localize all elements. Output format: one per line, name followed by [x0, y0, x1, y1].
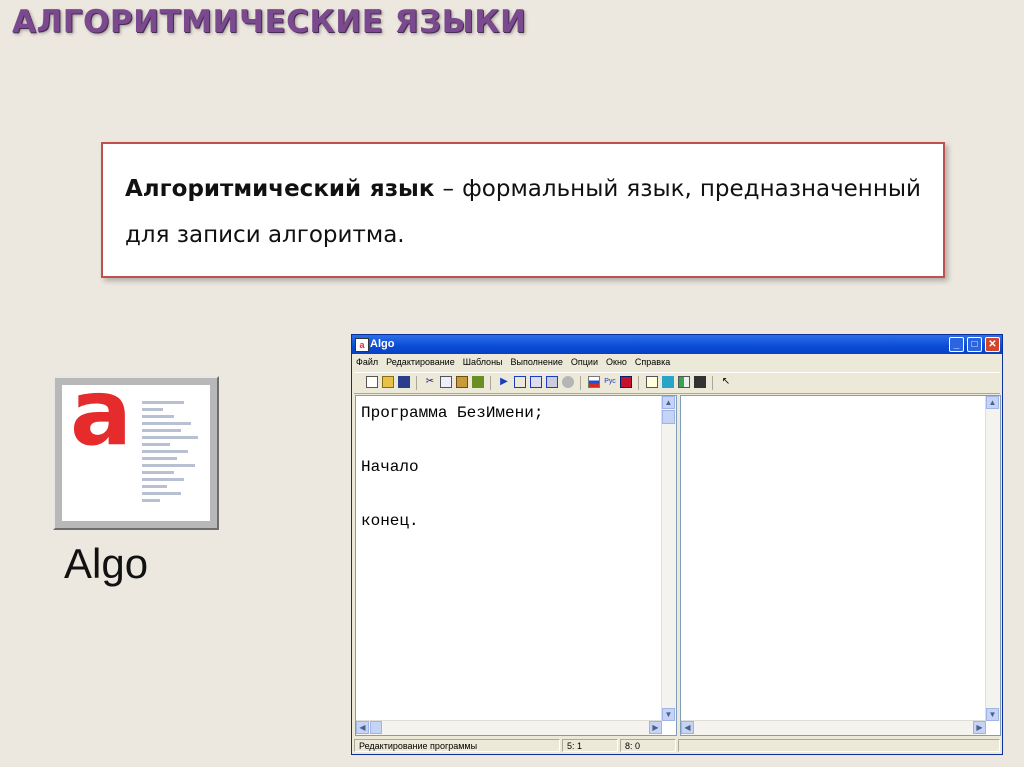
window-4-icon[interactable] [694, 376, 706, 388]
menu-file[interactable]: Файл [352, 354, 382, 371]
definition-box: Алгоритмический язык – формальный язык, … [101, 142, 945, 278]
window-icon[interactable] [646, 376, 658, 388]
scroll-right-button[interactable]: ▶ [649, 721, 662, 734]
status-secondary-position: 8: 0 [620, 739, 676, 752]
window-titlebar[interactable]: a Algo _ □ ✕ [352, 335, 1002, 354]
algo-logo: a [53, 376, 219, 530]
code-line: Программа БезИмени; [361, 404, 544, 422]
status-bar: Редактирование программы 5: 1 8: 0 [352, 738, 1002, 754]
run-icon[interactable]: ▶ [498, 376, 510, 388]
status-cursor-position: 5: 1 [562, 739, 618, 752]
output-horizontal-scrollbar[interactable]: ◀ ▶ [681, 720, 986, 735]
copy-icon[interactable] [440, 376, 452, 388]
cut-icon[interactable]: ✂ [424, 376, 436, 388]
english-flag-icon[interactable] [620, 376, 632, 388]
scroll-up-button[interactable]: ▲ [986, 396, 999, 409]
scroll-down-button[interactable]: ▼ [662, 708, 675, 721]
trace-icon[interactable] [546, 376, 558, 388]
help-pointer-icon[interactable]: ↖ [720, 376, 732, 388]
russian-flag-icon[interactable] [588, 376, 600, 388]
scroll-left-button[interactable]: ◀ [356, 721, 369, 734]
minimize-button[interactable]: _ [949, 337, 964, 352]
maximize-button[interactable]: □ [967, 337, 982, 352]
toolbar: ✂ ▶ Рус ↖ [354, 372, 1000, 394]
scroll-up-button[interactable]: ▲ [662, 396, 675, 409]
menu-templates[interactable]: Шаблоны [459, 354, 507, 371]
scroll-thumb[interactable] [662, 410, 675, 424]
window-title: Algo [370, 338, 395, 350]
status-mode: Редактирование программы [354, 739, 560, 752]
app-name-label: Algo [64, 540, 149, 587]
logo-code-decoration [142, 397, 210, 506]
menu-run[interactable]: Выполнение [507, 354, 567, 371]
status-empty [678, 739, 1000, 752]
step-icon[interactable] [514, 376, 526, 388]
output-vertical-scrollbar[interactable]: ▲ ▼ [985, 396, 1000, 721]
save-icon[interactable] [398, 376, 410, 388]
algo-window: a Algo _ □ ✕ Файл Редактирование Шаблоны Вы… [351, 334, 1003, 755]
editor-horizontal-scrollbar[interactable]: ◀ ▶ [356, 720, 662, 735]
open-folder-icon[interactable] [382, 376, 394, 388]
scroll-down-button[interactable]: ▼ [986, 708, 999, 721]
definition-term: Алгоритмический язык [125, 176, 435, 202]
code-line: конец. [361, 512, 419, 530]
editor-vertical-scrollbar[interactable]: ▲ ▼ [661, 396, 676, 721]
code-text[interactable]: Программа БезИмени; Начало конец. [356, 396, 676, 535]
app-icon: a [355, 338, 369, 352]
new-file-icon[interactable] [366, 376, 378, 388]
step-into-icon[interactable] [530, 376, 542, 388]
window-3-icon[interactable] [678, 376, 690, 388]
scroll-left-button[interactable]: ◀ [681, 721, 694, 734]
menu-edit[interactable]: Редактирование [382, 354, 459, 371]
scroll-thumb[interactable] [370, 721, 382, 734]
menu-window[interactable]: Окно [602, 354, 631, 371]
template-icon[interactable] [472, 376, 484, 388]
close-button[interactable]: ✕ [985, 337, 1000, 352]
code-editor-pane[interactable]: Программа БезИмени; Начало конец. ▲ ▼ ◀ … [355, 395, 677, 736]
logo-letter: a [70, 385, 133, 466]
scroll-right-button[interactable]: ▶ [973, 721, 986, 734]
paste-icon[interactable] [456, 376, 468, 388]
stop-icon[interactable] [562, 376, 574, 388]
rus-text-icon[interactable]: Рус [604, 376, 616, 388]
menu-bar: Файл Редактирование Шаблоны Выполнение Опции… [352, 354, 1002, 371]
menu-options[interactable]: Опции [567, 354, 602, 371]
window-2-icon[interactable] [662, 376, 674, 388]
slide-title: АЛГОРИТМИЧЕСКИЕ ЯЗЫКИ [12, 4, 527, 40]
code-line: Начало [361, 458, 419, 476]
output-pane[interactable]: ▲ ▼ ◀ ▶ [680, 395, 1001, 736]
menu-help[interactable]: Справка [631, 354, 674, 371]
